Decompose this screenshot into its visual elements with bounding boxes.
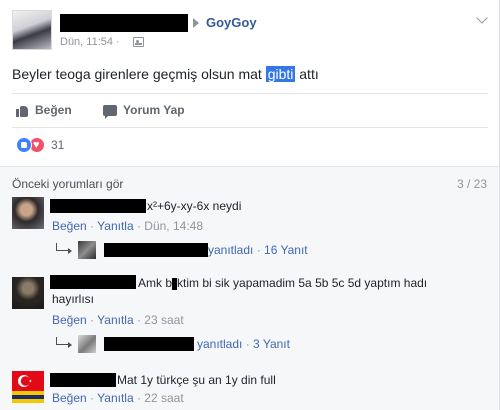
turkish-flag-icon — [12, 371, 44, 403]
comment-time[interactable]: 22 saat — [144, 391, 183, 405]
profile-avatar[interactable] — [12, 10, 52, 50]
comment-like-link[interactable]: Beğen — [52, 391, 87, 405]
reactions-count: 31 — [51, 138, 65, 152]
post-timestamp[interactable]: Dün, 11:54 · — [60, 36, 120, 48]
chevron-down-icon[interactable] — [476, 12, 488, 24]
replier-avatar[interactable] — [78, 241, 96, 259]
comment-text-start: Amk b — [138, 276, 173, 290]
replies-link[interactable]: yanıtladı · 16 Yanıt — [208, 243, 308, 257]
arrow-right-icon — [193, 18, 199, 28]
comment-reply-link[interactable]: Yanıtla — [97, 219, 133, 233]
comment-time[interactable]: Dün, 14:48 — [144, 219, 203, 233]
replies-count: 16 Yanıt — [264, 243, 308, 257]
comment-bubble-icon — [103, 104, 117, 119]
commenter-avatar[interactable] — [12, 371, 44, 403]
post-text: Beyler teoga girenlere geçmiş olsun mat … — [12, 66, 319, 82]
like-button[interactable]: Beğen — [16, 101, 72, 119]
divider — [12, 127, 488, 128]
commenter-avatar[interactable] — [12, 197, 44, 229]
facebook-post-card: GoyGoy Dün, 11:54 · Beyler teoga girenle… — [0, 0, 500, 410]
comment-actions: Beğen · Yanıtla · Dün, 14:48 — [52, 219, 204, 233]
divider — [12, 93, 488, 94]
like-reaction-icon — [16, 137, 32, 153]
comment-like-link[interactable]: Beğen — [52, 219, 87, 233]
comment-actions: Beğen · Yanıtla · 22 saat — [52, 391, 184, 405]
view-previous-comments-link[interactable]: Önceki yorumları gör — [12, 177, 123, 191]
commenter-name-redacted[interactable] — [50, 275, 136, 289]
comment-text: Mat 1y türkçe şu an 1y din full — [117, 373, 276, 387]
reply-arrow-icon — [56, 243, 72, 254]
comment-button[interactable]: Yorum Yap — [103, 101, 185, 119]
selected-text-highlight: gibti — [265, 66, 296, 82]
comments-section: Önceki yorumları gör 3 / 23 x²+6y-xy-6x … — [0, 166, 499, 410]
comment-text: Amk b ktim bi sik yapamadim 5a 5b 5c 5d y… — [138, 276, 427, 290]
commenter-avatar[interactable] — [12, 277, 44, 309]
audience-icon[interactable] — [133, 37, 144, 47]
reactions-summary[interactable]: 31 — [16, 137, 64, 153]
commenter-name-redacted[interactable] — [50, 199, 146, 213]
thumbs-up-icon — [16, 104, 29, 117]
comment-text-line2: hayırlısı — [52, 292, 95, 306]
replies-suffix: yanıtladı — [197, 337, 243, 351]
author-name-redacted[interactable] — [60, 14, 188, 32]
comment-label: Yorum Yap — [123, 103, 185, 117]
like-label: Beğen — [35, 103, 72, 117]
group-name-link[interactable]: GoyGoy — [206, 15, 257, 30]
replier-name-redacted[interactable] — [104, 243, 208, 257]
reply-arrow-icon — [56, 337, 72, 348]
replier-name-redacted[interactable] — [104, 337, 194, 351]
comment-text-end: ktim bi sik yapamadim 5a 5b 5c 5d yaptım… — [177, 276, 428, 290]
replies-link[interactable]: yanıtladı · 3 Yanıt — [197, 337, 290, 351]
comments-page-count: 3 / 23 — [456, 177, 487, 191]
post-text-main: Beyler teoga girenlere geçmiş olsun mat — [12, 66, 266, 82]
comment-reply-link[interactable]: Yanıtla — [97, 313, 133, 327]
replier-avatar[interactable] — [78, 335, 96, 353]
comment-text: x²+6y-xy-6x neydi — [147, 199, 242, 213]
commenter-name-redacted[interactable] — [50, 373, 116, 387]
post-text-end: attı — [295, 66, 319, 82]
comment-reply-link[interactable]: Yanıtla — [97, 391, 133, 405]
comment-actions: Beğen · Yanıtla · 23 saat — [52, 313, 184, 327]
post-header: GoyGoy Dün, 11:54 · — [12, 10, 488, 54]
comment-time[interactable]: 23 saat — [144, 313, 183, 327]
replies-count: 3 Yanıt — [253, 337, 290, 351]
comment-like-link[interactable]: Beğen — [52, 313, 87, 327]
replies-suffix: yanıtladı — [208, 243, 254, 257]
